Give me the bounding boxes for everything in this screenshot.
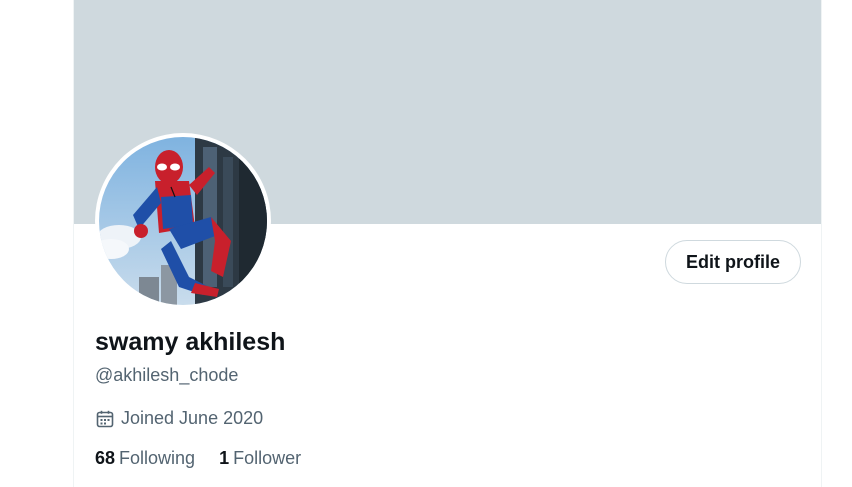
followers-link[interactable]: 1 Follower xyxy=(219,448,301,469)
profile-column: Edit profile swamy akhilesh @akhilesh_ch… xyxy=(73,0,822,487)
profile-stats: 68 Following 1 Follower xyxy=(95,448,301,469)
followers-label: Follower xyxy=(233,448,302,468)
profile-avatar[interactable] xyxy=(95,133,271,309)
joined-text: Joined June 2020 xyxy=(121,408,264,428)
profile-handle: @akhilesh_chode xyxy=(95,365,239,385)
following-count: 68 xyxy=(95,448,116,468)
edit-profile-button[interactable]: Edit profile xyxy=(665,240,801,284)
calendar-icon xyxy=(95,409,115,429)
avatar-image xyxy=(99,137,267,305)
following-link[interactable]: 68 Following xyxy=(95,448,195,469)
followers-count: 1 xyxy=(219,448,230,468)
joined-date: Joined June 2020 xyxy=(95,408,263,429)
profile-display-name: swamy akhilesh xyxy=(95,328,286,356)
following-label: Following xyxy=(119,448,196,468)
